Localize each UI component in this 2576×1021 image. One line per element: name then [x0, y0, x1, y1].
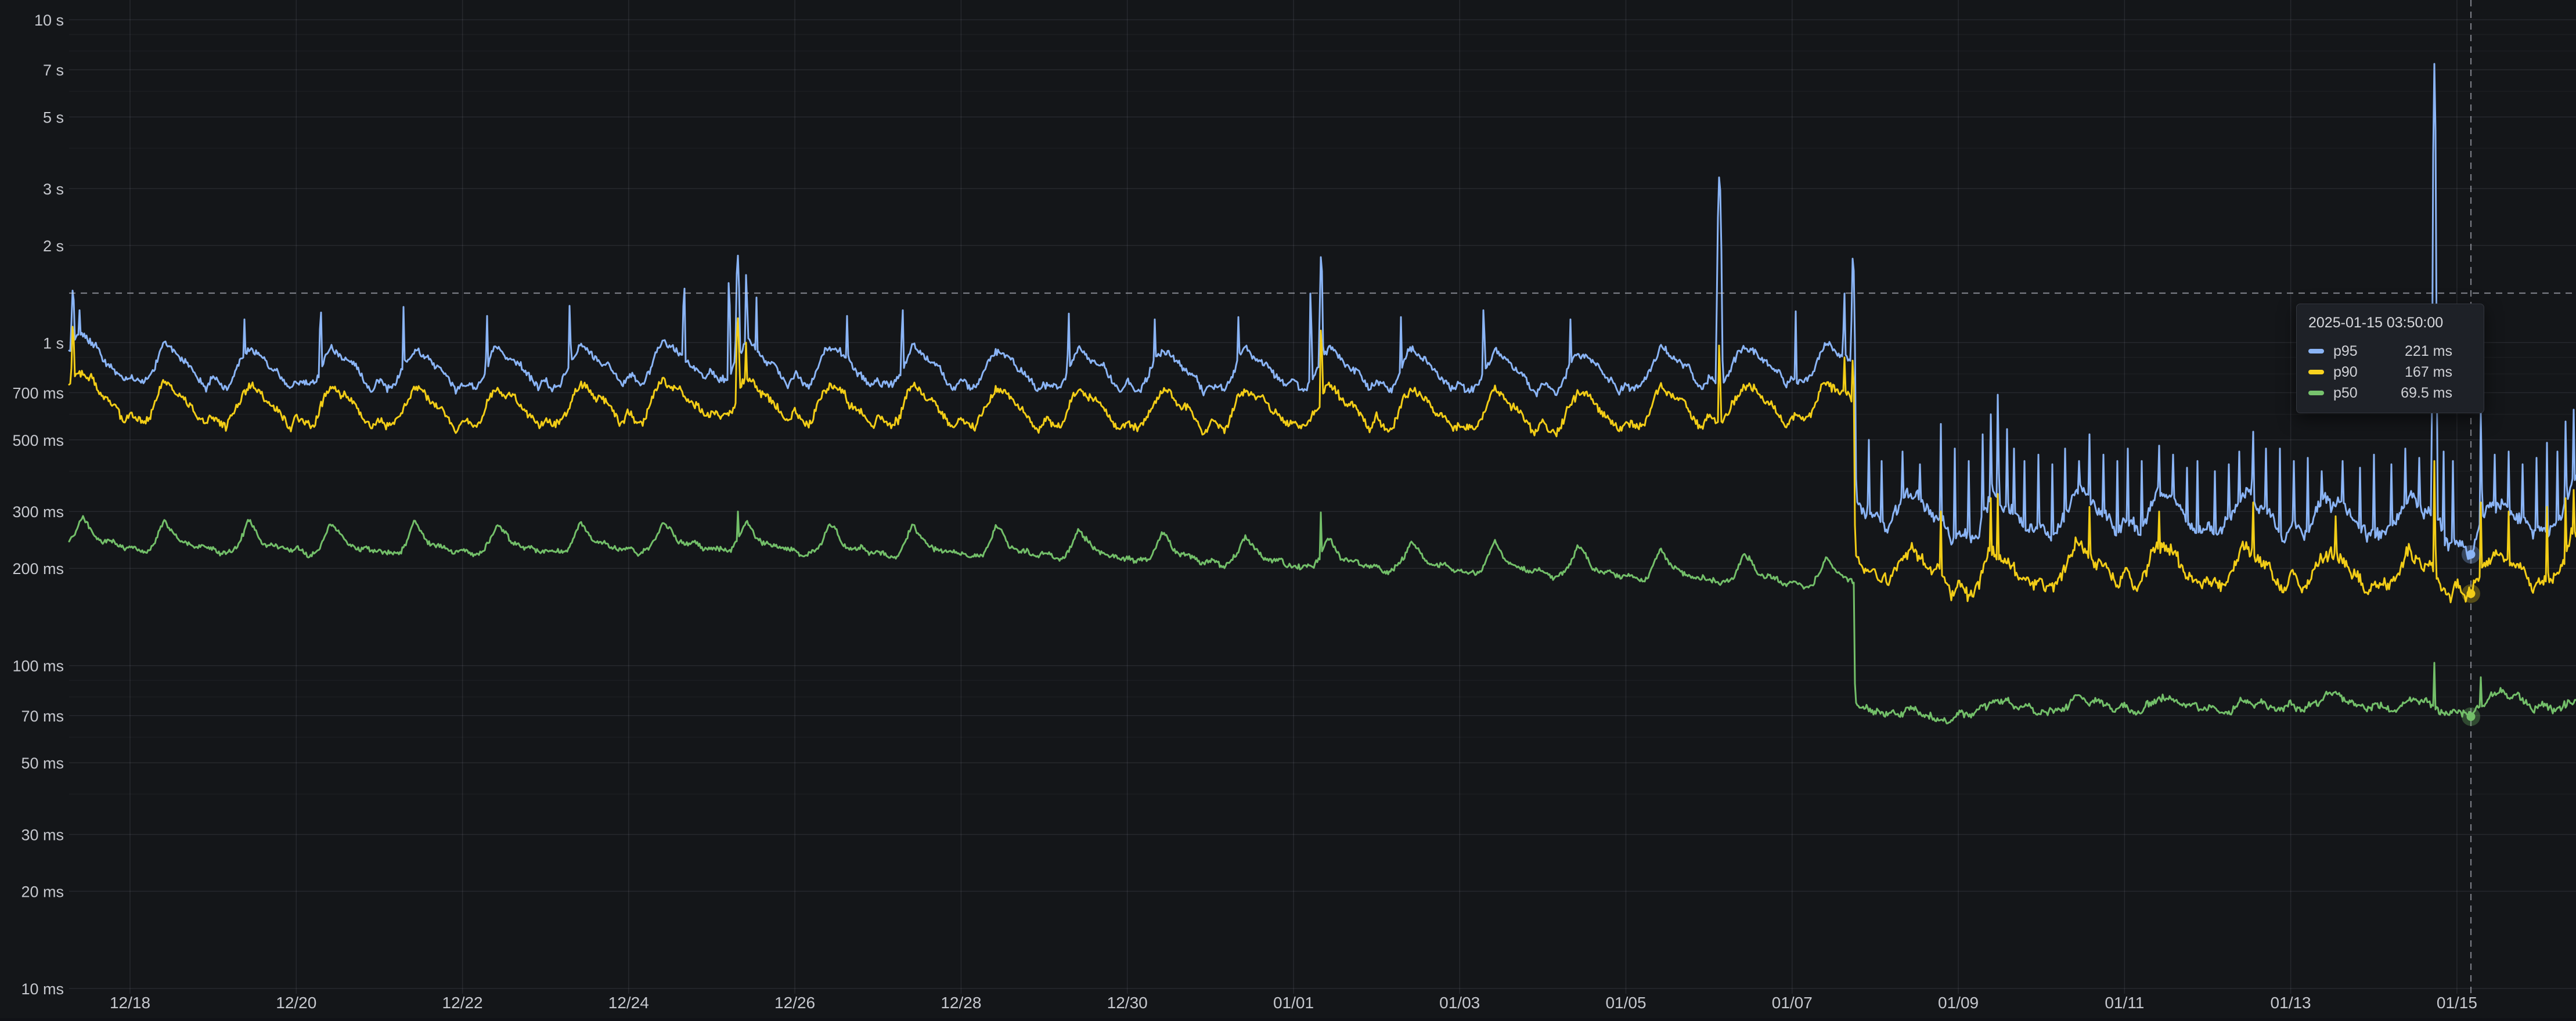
crosshair: [69, 0, 2576, 994]
y-axis-label: 500 ms: [12, 432, 64, 449]
x-axis-label: 12/24: [608, 994, 649, 1012]
y-axis-label: 10 s: [34, 12, 64, 29]
x-axis-label: 01/15: [2437, 994, 2477, 1012]
x-axis-label: 01/01: [1273, 994, 1314, 1012]
series-line-p90: [69, 318, 2576, 603]
x-axis-labels: 12/18 12/20 12/22 12/24 12/26 12/28 12/30 01/01…: [110, 994, 2477, 1012]
tooltip-timestamp: 2025-01-15 03:50:00: [2308, 315, 2472, 331]
tooltip-row-p95: p95 221 ms: [2308, 341, 2472, 362]
latency-chart[interactable]: 10 s 7 s 5 s 3 s 2 s 1 s 700 ms 500 ms 300 ms 200…: [0, 0, 2576, 1018]
x-axis-label: 01/13: [2271, 994, 2311, 1012]
grafana-latency-panel: { "panel": { "background": "#141619", "g…: [0, 0, 2576, 1018]
y-axis-label: 7 s: [43, 62, 64, 79]
p90-series-marker-icon: [2308, 370, 2324, 374]
series-line-p95: [69, 64, 2576, 559]
x-axis-label: 01/05: [1605, 994, 1646, 1012]
x-axis-label: 12/28: [941, 994, 981, 1012]
tooltip-series-value: 167 ms: [2405, 364, 2452, 381]
y-axis-label: 20 ms: [21, 883, 64, 901]
tooltip-row-p50: p50 69.5 ms: [2308, 383, 2472, 403]
x-axis-label: 01/03: [1439, 994, 1480, 1012]
tooltip-series-value: 69.5 ms: [2401, 385, 2452, 402]
x-axis-label: 01/09: [1938, 994, 1979, 1012]
x-axis-label: 12/22: [442, 994, 483, 1012]
y-axis-label: 1 s: [43, 334, 64, 352]
tooltip-series-label: p90: [2333, 364, 2358, 381]
tooltip-series-label: p50: [2333, 385, 2358, 402]
tooltip-series-label: p95: [2333, 343, 2358, 360]
grid-lines: [69, 0, 2576, 994]
x-axis-label: 12/18: [110, 994, 150, 1012]
y-axis-label: 3 s: [43, 181, 64, 198]
tooltip-series-value: 221 ms: [2405, 343, 2452, 360]
tooltip-row-p90: p90 167 ms: [2308, 362, 2472, 383]
y-axis-label: 2 s: [43, 237, 64, 255]
y-axis-label: 200 ms: [12, 560, 64, 578]
x-axis-label: 12/26: [774, 994, 815, 1012]
x-axis-label: 12/30: [1107, 994, 1148, 1012]
series-line-p50: [69, 511, 2576, 723]
series-lines: [69, 64, 2576, 723]
y-axis-label: 700 ms: [12, 385, 64, 402]
p95-series-marker-icon: [2308, 349, 2324, 353]
y-axis-label: 70 ms: [21, 708, 64, 725]
y-axis-labels: 10 s 7 s 5 s 3 s 2 s 1 s 700 ms 500 ms 300 ms 200…: [12, 12, 64, 998]
latency-chart-panel: 10 s 7 s 5 s 3 s 2 s 1 s 700 ms 500 ms 300 ms 200…: [0, 0, 2576, 1018]
y-axis-label: 50 ms: [21, 755, 64, 772]
x-axis-label: 12/20: [276, 994, 316, 1012]
y-axis-label: 5 s: [43, 109, 64, 126]
x-axis-label: 01/11: [2105, 994, 2144, 1012]
y-axis-label: 100 ms: [12, 658, 64, 675]
y-axis-label: 10 ms: [21, 980, 64, 998]
y-axis-label: 30 ms: [21, 827, 64, 844]
y-axis-label: 300 ms: [12, 503, 64, 521]
p50-series-marker-icon: [2308, 391, 2324, 395]
x-axis-label: 01/07: [1772, 994, 1813, 1012]
hover-tooltip: 2025-01-15 03:50:00 p95 221 ms p90 167 m…: [2296, 304, 2484, 413]
